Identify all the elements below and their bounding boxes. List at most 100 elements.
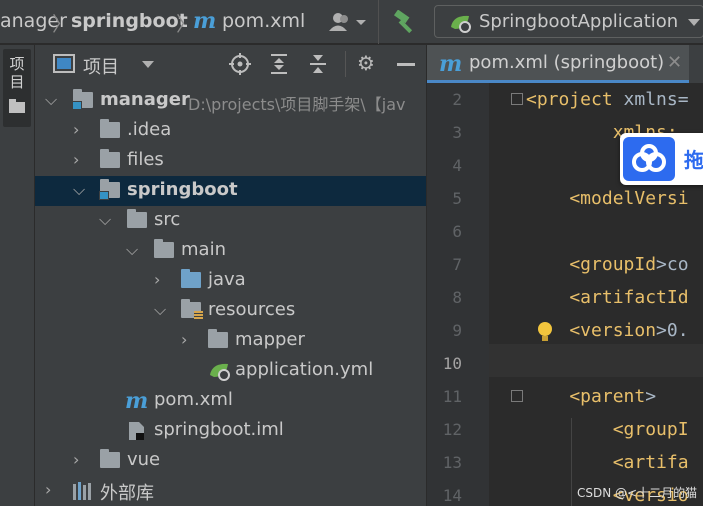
code-line: <groupId>co [526, 254, 689, 275]
tree-item-vue[interactable]: › vue [35, 446, 426, 476]
chevron-right-icon[interactable]: › [73, 120, 79, 139]
tree-item-label: pom.xml [154, 389, 233, 410]
chevron-down-icon[interactable] [141, 60, 155, 70]
tree-item-label: main [181, 239, 226, 260]
user-icon [329, 13, 366, 31]
chevron-right-icon[interactable]: › [45, 480, 51, 499]
chevron-right-icon: 〉 [52, 12, 72, 36]
divider [378, 0, 379, 44]
chevron-right-icon[interactable]: › [181, 330, 187, 349]
project-panel-header: 项目 ⚙ [35, 45, 426, 83]
spring-boot-icon [451, 15, 471, 33]
baidu-netdisk-icon [623, 137, 675, 181]
code-line: <artifa [526, 452, 689, 473]
tree-item-springboot[interactable]: ⌵ springboot [35, 176, 426, 206]
expand-all-icon[interactable] [269, 53, 289, 75]
tree-item-application-yml[interactable]: application.yml [35, 356, 426, 386]
folder-icon [9, 99, 25, 113]
svg-text:m: m [193, 11, 216, 31]
chevron-down-icon[interactable]: ⌵ [73, 180, 85, 200]
close-icon[interactable]: ✕ [667, 52, 682, 73]
code-line: <version>0. [526, 320, 689, 341]
tree-item-pom-xml[interactable]: m pom.xml [35, 386, 426, 416]
user-menu-button[interactable] [328, 10, 368, 34]
chevron-right-icon[interactable]: › [73, 150, 79, 169]
maven-icon: m [439, 54, 462, 74]
resources-folder-icon [181, 299, 203, 320]
tree-item-label: vue [127, 449, 161, 470]
module-folder-icon [72, 89, 93, 110]
project-tool-tab-label: 项目 [9, 55, 25, 91]
tree-item-springboot-iml[interactable]: springboot.iml [35, 416, 426, 446]
baidu-netdisk-popup[interactable]: 拖 [620, 133, 703, 185]
tree-item-label: springboot [127, 179, 238, 200]
build-hammer-icon[interactable] [393, 10, 419, 34]
tree-item-path: D:\projects\项目脚手架\【jav [188, 95, 406, 114]
tree-item-label: mapper [235, 329, 305, 350]
code-line: <artifactId [526, 287, 689, 308]
tree-item-label: resources [208, 299, 296, 320]
maven-icon: m [125, 391, 148, 411]
tree-item-main[interactable]: ⌵ main [35, 236, 426, 266]
project-tool-tab[interactable]: 项目 [3, 49, 31, 127]
libraries-icon [73, 482, 91, 500]
chevron-right-icon[interactable]: › [154, 270, 160, 289]
run-configuration-label: SpringbootApplication [479, 11, 679, 32]
tree-item-label: 外部库 [100, 483, 154, 504]
tree-item-label: files [127, 149, 164, 170]
folder-icon [208, 329, 228, 348]
tool-window-strip: 项目 [0, 45, 35, 506]
collapse-all-icon[interactable] [308, 53, 328, 75]
source-folder-icon [181, 269, 201, 288]
chevron-down-icon[interactable]: ⌵ [154, 300, 166, 320]
chevron-right-icon[interactable]: › [73, 450, 79, 469]
project-panel-title: 项目 [83, 57, 119, 78]
chevron-down-icon[interactable]: ⌵ [45, 90, 57, 110]
tree-item-label: src [154, 209, 181, 230]
chevron-down-icon [688, 19, 700, 26]
divider [345, 51, 346, 77]
tree-item-idea[interactable]: › .idea [35, 116, 426, 146]
tree-item-resources[interactable]: ⌵ resources [35, 296, 426, 326]
tree-item-label: application.yml [235, 359, 374, 380]
gear-icon[interactable]: ⚙ [357, 51, 375, 75]
minimize-icon[interactable] [397, 63, 415, 67]
breadcrumb-springboot[interactable]: springboot [71, 10, 188, 32]
navigation-bar: anager 〉 springboot 〉 m pom.xml Springbo… [0, 0, 703, 44]
iml-file-icon [129, 422, 144, 440]
code-line: <project xmlns= [526, 89, 689, 110]
project-view-icon [53, 54, 75, 73]
indent-guide [571, 418, 572, 506]
folder-icon [100, 149, 120, 168]
editor: m pom.xml (springboot) ✕ 2 3 4 5 6 7 8 9… [427, 45, 703, 506]
popup-text: 拖 [684, 148, 703, 172]
tree-item-manager[interactable]: ⌵ manager D:\projects\项目脚手架\【jav [35, 86, 426, 116]
spring-config-icon [210, 363, 230, 381]
chevron-down-icon[interactable]: ⌵ [99, 210, 111, 230]
folder-icon [100, 119, 120, 138]
tree-item-java[interactable]: › java [35, 266, 426, 296]
tree-item-label: springboot.iml [154, 419, 284, 440]
watermark-text: CSDN @<十二月的猫 [577, 486, 698, 500]
maven-icon: m [193, 11, 216, 31]
folder-icon [127, 209, 147, 228]
run-configuration-selector[interactable]: SpringbootApplication [434, 5, 703, 38]
code-line: <modelVersi [526, 188, 689, 209]
code-line: <groupI [526, 419, 689, 440]
svg-text:m: m [125, 391, 148, 411]
code-line: <parent> [526, 386, 657, 407]
editor-tab-bar: m pom.xml (springboot) ✕ [427, 45, 703, 83]
tree-item-external-libraries[interactable]: › 外部库 [35, 476, 426, 506]
tree-item-src[interactable]: ⌵ src [35, 206, 426, 236]
locate-icon[interactable] [229, 53, 251, 75]
folder-icon [100, 449, 120, 468]
tree-item-label: .idea [127, 119, 172, 140]
tab-pom-xml[interactable]: m pom.xml (springboot) ✕ [427, 45, 689, 83]
tree-item-mapper[interactable]: › mapper [35, 326, 426, 356]
chevron-down-icon[interactable]: ⌵ [126, 240, 138, 260]
module-folder-icon [99, 179, 120, 200]
breadcrumb-pom-xml[interactable]: pom.xml [222, 10, 305, 32]
tree-item-files[interactable]: › files [35, 146, 426, 176]
tree-item-label: java [208, 269, 246, 290]
svg-text:m: m [439, 54, 462, 74]
